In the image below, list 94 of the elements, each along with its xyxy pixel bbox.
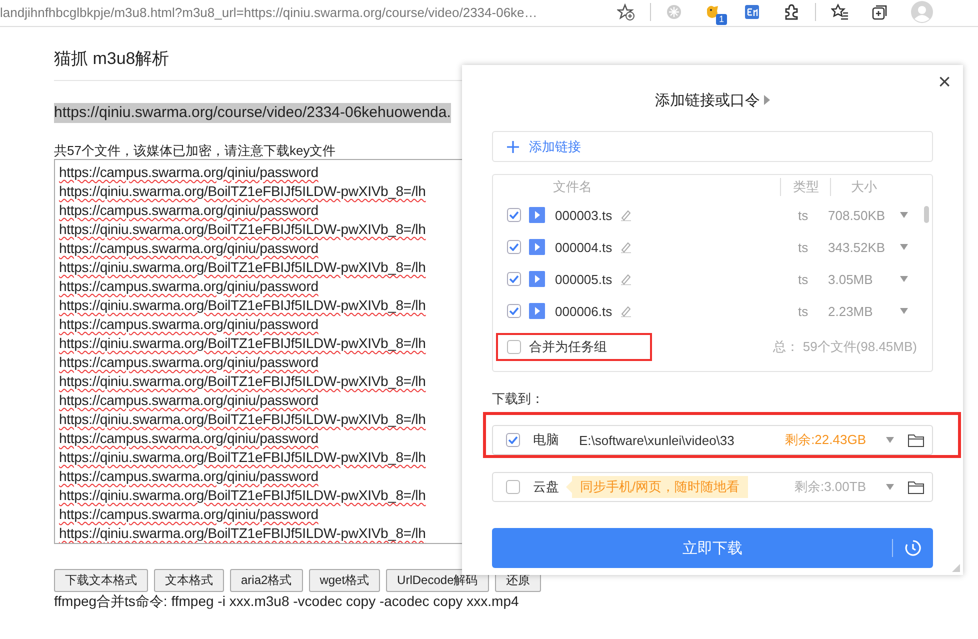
edit-icon[interactable]	[620, 273, 632, 285]
free-space: 剩余:22.43GB	[785, 431, 866, 449]
url-line: https://qiniu.swarma.org/BoilTZ1eFBIJf5ILDW-pwXIVb_8=/lh	[59, 258, 426, 277]
video-file-icon	[529, 303, 545, 319]
file-name: 000003.ts	[555, 208, 612, 222]
url-line: https://campus.swarma.org/qiniu/password	[59, 201, 318, 220]
file-size: 3.05MB	[828, 272, 874, 286]
expand-arrow-icon[interactable]	[764, 95, 770, 105]
translate-icon[interactable]	[744, 4, 760, 20]
edit-icon[interactable]	[620, 305, 632, 317]
url-line: https://qiniu.swarma.org/BoilTZ1eFBIJf5ILDW-pwXIVb_8=/lh	[59, 182, 426, 201]
avatar-icon[interactable]	[911, 1, 933, 23]
checkbox[interactable]	[506, 480, 520, 494]
url-line: https://campus.swarma.org/qiniu/password	[59, 505, 318, 524]
destination-option[interactable]: 电脑 E:\software\xunlei\video\33 剩余:22.43GB	[492, 425, 933, 455]
file-size: 343.52KB	[828, 240, 886, 254]
video-file-icon	[529, 207, 545, 223]
favorite-add-icon[interactable]	[617, 3, 635, 21]
dropdown-arrow-icon[interactable]	[900, 212, 908, 218]
destination-name: 云盘	[533, 478, 560, 496]
dropdown-arrow-icon[interactable]	[886, 484, 894, 490]
column-header: 文件名	[553, 178, 593, 196]
dropdown-arrow-icon[interactable]	[900, 244, 908, 250]
file-size: 2.23MB	[828, 304, 874, 318]
format-button[interactable]: aria2格式	[230, 569, 303, 592]
edit-icon[interactable]	[620, 241, 632, 253]
total-summary: 59个文件(98.45MB)	[802, 338, 917, 356]
format-button[interactable]: 文本格式	[154, 569, 224, 592]
folder-path: E:\software\xunlei\video\33	[579, 432, 734, 448]
format-button[interactable]: wget格式	[308, 569, 380, 592]
url-line: https://campus.swarma.org/qiniu/password	[59, 163, 318, 182]
url-line: https://campus.swarma.org/qiniu/password	[59, 315, 318, 334]
column-header: 大小	[830, 178, 877, 196]
favorites-icon[interactable]	[831, 3, 849, 21]
url-line: https://campus.swarma.org/qiniu/password	[59, 467, 318, 486]
column-header: 类型	[780, 178, 830, 196]
checkbox[interactable]	[506, 433, 520, 447]
url-line: https://qiniu.swarma.org/BoilTZ1eFBIJf5ILDW-pwXIVb_8=/lh	[59, 296, 426, 315]
file-name: 000006.ts	[555, 304, 612, 318]
destination-option[interactable]: 云盘 同步手机/网页，随时随地看 剩余:3.00TB	[492, 472, 933, 502]
folder-icon[interactable]	[908, 434, 924, 446]
scrollbar-thumb[interactable]	[924, 206, 929, 223]
url-line: https://qiniu.swarma.org/BoilTZ1eFBIJf5ILDW-pwXIVb_8=/lh	[59, 334, 426, 353]
file-name: 000005.ts	[555, 272, 612, 286]
address-bar[interactable]: landjihnfhbcglbkpje/m3u8.html?m3u8_url=https://qiniu.swarma.org/course/video/2334-06ke…	[0, 4, 600, 20]
file-type: ts	[798, 304, 810, 318]
checkbox[interactable]	[507, 340, 521, 354]
checkbox[interactable]	[507, 304, 521, 318]
add-link-button[interactable]: 添加链接	[492, 131, 933, 162]
download-now-button[interactable]: 立即下载	[492, 528, 933, 568]
checkbox[interactable]	[507, 272, 521, 286]
dialog-title: 添加链接或口令	[655, 90, 760, 110]
url-line: https://qiniu.swarma.org/BoilTZ1eFBIJf5ILDW-pwXIVb_8=/lh	[59, 410, 426, 429]
resize-grip-icon[interactable]	[952, 564, 960, 572]
file-type: ts	[798, 208, 810, 222]
format-button[interactable]: 下载文本格式	[54, 569, 148, 592]
url-line: https://qiniu.swarma.org/BoilTZ1eFBIJf5ILDW-pwXIVb_8=/lh	[59, 372, 426, 391]
notification-badge: 1	[716, 14, 727, 25]
dropdown-arrow-icon[interactable]	[900, 276, 908, 282]
url-line: https://qiniu.swarma.org/BoilTZ1eFBIJf5ILDW-pwXIVb_8=/lh	[59, 524, 426, 543]
destination-name: 电脑	[533, 431, 560, 449]
video-file-icon	[529, 271, 545, 287]
url-line: https://campus.swarma.org/qiniu/password	[59, 353, 318, 372]
file-summary: 共57个文件，该媒体已加密，请注意下载key文件	[54, 143, 336, 159]
selected-url: https://qiniu.swarma.org/course/video/2334-06kehuowenda.	[54, 103, 451, 123]
folder-icon[interactable]	[908, 480, 924, 494]
free-space: 剩余:3.00TB	[794, 478, 866, 496]
close-button[interactable]: ×	[938, 71, 951, 93]
dropdown-arrow-icon[interactable]	[900, 308, 908, 314]
merge-option[interactable]: 合并为任务组	[498, 335, 650, 359]
url-line: https://qiniu.swarma.org/BoilTZ1eFBIJf5ILDW-pwXIVb_8=/lh	[59, 448, 426, 467]
url-line: https://campus.swarma.org/qiniu/password	[59, 239, 318, 258]
collections-icon[interactable]	[871, 3, 889, 21]
file-type: ts	[798, 240, 810, 254]
video-file-icon	[529, 239, 545, 255]
plus-icon	[507, 140, 519, 152]
url-line: https://campus.swarma.org/qiniu/password	[59, 429, 318, 448]
ffmpeg-hint: ffmpeg合并ts命令: ffmpeg -i xxx.m3u8 -vcodec copy -acodec copy xxx.mp4	[54, 592, 520, 610]
page-title: 猫抓 m3u8解析	[54, 48, 170, 70]
schedule-icon[interactable]	[905, 540, 921, 556]
dropdown-arrow-icon[interactable]	[886, 437, 894, 443]
url-line: https://qiniu.swarma.org/BoilTZ1eFBIJf5ILDW-pwXIVb_8=/lh	[59, 486, 426, 505]
edit-icon[interactable]	[620, 209, 632, 221]
promo-tooltip: 同步手机/网页，随时随地看	[566, 476, 748, 498]
checkbox[interactable]	[507, 240, 521, 254]
url-line: https://qiniu.swarma.org/BoilTZ1eFBIJf5ILDW-pwXIVb_8=/lh	[59, 220, 426, 239]
file-size: 708.50KB	[828, 208, 886, 222]
url-line: https://campus.swarma.org/qiniu/password	[59, 391, 318, 410]
download-to-label: 下载到：	[492, 390, 545, 408]
file-name: 000004.ts	[555, 240, 612, 254]
checkbox[interactable]	[507, 208, 521, 222]
total-label: 总：	[772, 338, 799, 356]
file-type: ts	[798, 272, 810, 286]
url-line: https://campus.swarma.org/qiniu/password	[59, 277, 318, 296]
